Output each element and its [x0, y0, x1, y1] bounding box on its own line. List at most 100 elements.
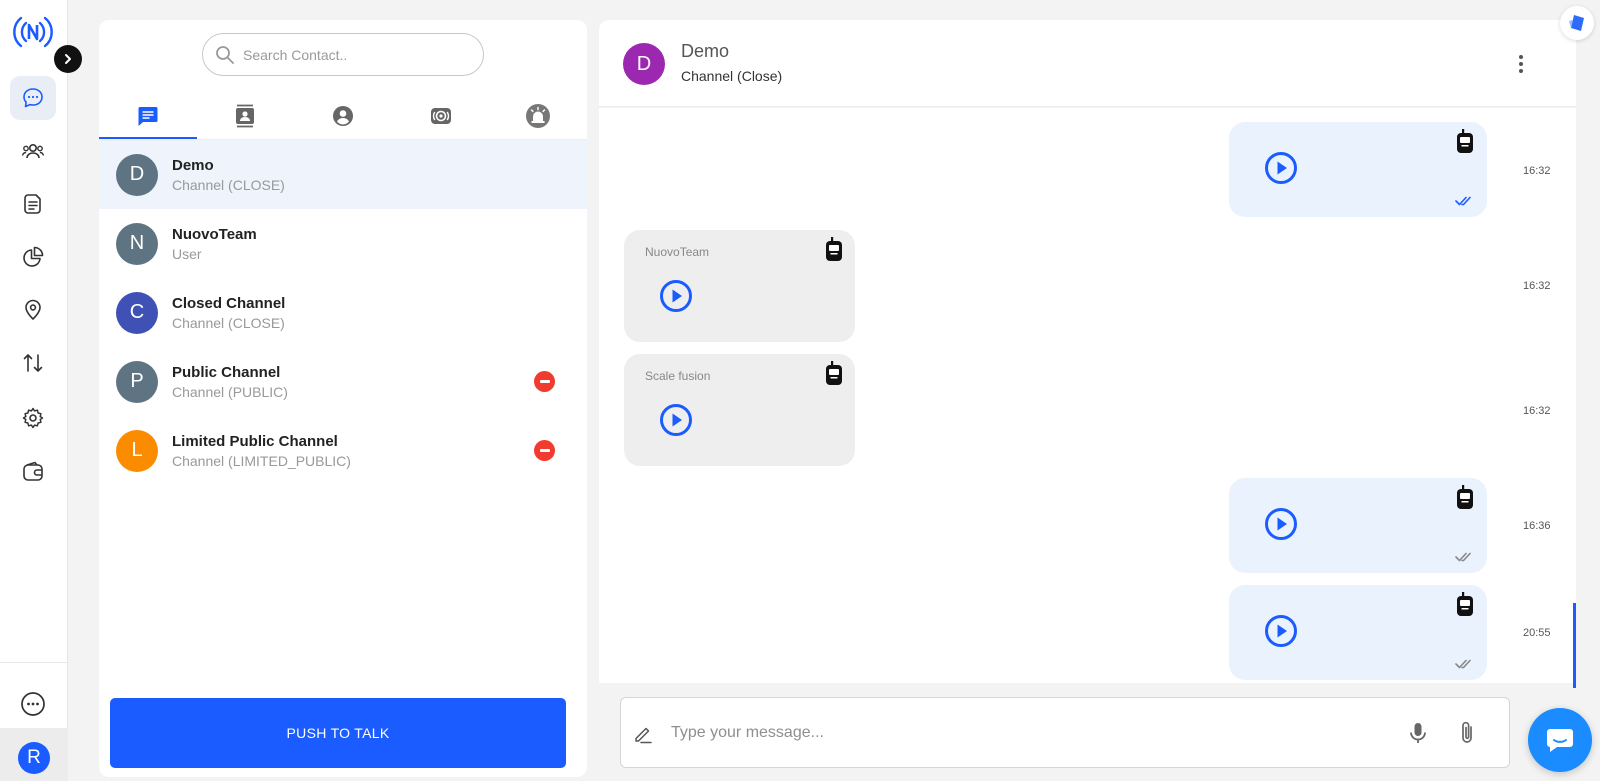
tab-alarms[interactable]: [489, 92, 587, 140]
chat-icon: [138, 107, 158, 126]
contact-tabs: [99, 92, 587, 140]
chat-bubble-icon: [23, 88, 43, 108]
contacts-panel: D Demo Channel (CLOSE) N NuovoTeam User …: [99, 20, 587, 777]
extension-badge[interactable]: [1560, 6, 1594, 40]
contact-name: NuovoTeam: [172, 225, 257, 243]
remove-contact-button[interactable]: [534, 371, 555, 392]
alarm-siren-icon: [526, 104, 551, 128]
more-options-button[interactable]: [1509, 51, 1533, 77]
nav-item-documents[interactable]: [10, 182, 56, 226]
chat-header: D Demo Channel (Close): [599, 20, 1576, 107]
swap-arrows-icon: [23, 354, 43, 372]
channel-avatar: D: [623, 43, 665, 85]
tab-broadcast[interactable]: [392, 92, 490, 140]
nav-item-settings[interactable]: [10, 396, 56, 440]
message-sender: NuovoTeam: [645, 245, 710, 259]
microphone-icon[interactable]: [1405, 720, 1431, 746]
search-icon: [216, 45, 234, 64]
tab-users[interactable]: [294, 92, 392, 140]
double-check-delivered-icon: [1455, 659, 1471, 669]
push-to-talk-button[interactable]: PUSH TO TALK: [110, 698, 566, 768]
walkie-talkie-icon: [826, 237, 842, 261]
nav-item-location[interactable]: [10, 288, 56, 332]
message-sender: Scale fusion: [645, 369, 711, 383]
message-time: 16:32: [1523, 405, 1551, 417]
nav-item-groups[interactable]: [10, 129, 56, 173]
play-audio-icon[interactable]: [1264, 151, 1298, 185]
contact-avatar: L: [116, 429, 158, 472]
contact-name: Demo: [172, 156, 214, 174]
contact-avatar: N: [116, 222, 158, 265]
contact-type: Channel (CLOSE): [172, 314, 285, 331]
contact-item-limited-public-channel[interactable]: L Limited Public Channel Channel (LIMITE…: [99, 416, 587, 485]
message-bubble-incoming[interactable]: NuovoTeam: [624, 230, 855, 342]
message-time: 20:55: [1523, 627, 1551, 639]
search-box: [202, 33, 484, 76]
app-logo-icon: [12, 12, 54, 52]
chevron-right-icon: [65, 54, 71, 64]
expand-sidebar-button[interactable]: [54, 45, 82, 73]
contact-type: Channel (LIMITED_PUBLIC): [172, 452, 351, 469]
contact-item-demo[interactable]: D Demo Channel (CLOSE): [99, 140, 587, 209]
scrollbar-thumb[interactable]: [1573, 603, 1576, 688]
document-icon: [24, 194, 41, 214]
channel-subtitle: Channel (Close): [681, 68, 783, 84]
nav-item-reports[interactable]: [10, 235, 56, 279]
message-list[interactable]: 16:32 NuovoTeam 16:32 Scale fusion 16:32…: [599, 108, 1576, 688]
pie-chart-icon: [23, 246, 44, 267]
edit-icon[interactable]: [631, 722, 655, 746]
message-bubble-incoming[interactable]: Scale fusion: [624, 354, 855, 466]
message-bubble-outgoing[interactable]: [1229, 122, 1487, 217]
contact-avatar: D: [116, 153, 158, 196]
message-input[interactable]: [671, 718, 1371, 748]
contact-avatar: C: [116, 291, 158, 334]
tab-chats[interactable]: [99, 92, 197, 140]
minus-icon: [539, 449, 550, 452]
nav-item-wallet[interactable]: [10, 450, 56, 494]
contact-list: D Demo Channel (CLOSE) N NuovoTeam User …: [99, 140, 587, 485]
play-audio-icon[interactable]: [659, 279, 693, 313]
wallet-icon: [23, 461, 43, 481]
message-time: 16:32: [1523, 280, 1551, 292]
attachment-icon[interactable]: [1454, 720, 1480, 746]
contact-type: Channel (PUBLIC): [172, 383, 288, 400]
minus-icon: [539, 380, 550, 383]
contact-name: Public Channel: [172, 363, 281, 381]
user-avatar[interactable]: R: [18, 742, 50, 774]
double-check-read-icon: [1455, 196, 1471, 206]
gear-icon: [22, 407, 44, 429]
contact-name: Limited Public Channel: [172, 432, 338, 450]
channel-name: Demo: [681, 41, 730, 61]
nav-item-chat[interactable]: [10, 76, 56, 120]
remove-contact-button[interactable]: [534, 440, 555, 461]
message-time: 16:36: [1523, 520, 1551, 532]
support-chat-button[interactable]: [1528, 708, 1592, 772]
walkie-talkie-icon: [826, 361, 842, 385]
tab-contacts[interactable]: [197, 92, 295, 140]
play-audio-icon[interactable]: [1264, 614, 1298, 648]
chat-support-icon: [1547, 729, 1573, 752]
rail-divider: [0, 662, 68, 663]
search-input[interactable]: [243, 46, 463, 63]
kebab-menu-icon: [1519, 55, 1523, 59]
nav-item-transfer[interactable]: [10, 341, 56, 385]
contact-avatar: P: [116, 360, 158, 403]
more-circle-icon: [21, 692, 45, 716]
contact-item-nuovoteam[interactable]: N NuovoTeam User: [99, 209, 587, 278]
play-audio-icon[interactable]: [1264, 507, 1298, 541]
message-composer: [620, 697, 1510, 768]
broadcast-icon: [430, 108, 451, 124]
walkie-talkie-icon: [1457, 129, 1473, 153]
contacts-book-icon: [236, 104, 255, 128]
double-check-delivered-icon: [1455, 552, 1471, 562]
location-pin-icon: [25, 299, 41, 320]
nav-item-more[interactable]: [10, 682, 56, 726]
contact-item-closed-channel[interactable]: C Closed Channel Channel (CLOSE): [99, 278, 587, 347]
nav-rail: R: [0, 0, 82, 781]
play-audio-icon[interactable]: [659, 403, 693, 437]
extension-logo-icon: [1569, 15, 1584, 31]
contact-type: User: [172, 245, 202, 262]
contact-item-public-channel[interactable]: P Public Channel Channel (PUBLIC): [99, 347, 587, 416]
message-bubble-outgoing[interactable]: [1229, 478, 1487, 573]
message-bubble-outgoing[interactable]: [1229, 585, 1487, 680]
